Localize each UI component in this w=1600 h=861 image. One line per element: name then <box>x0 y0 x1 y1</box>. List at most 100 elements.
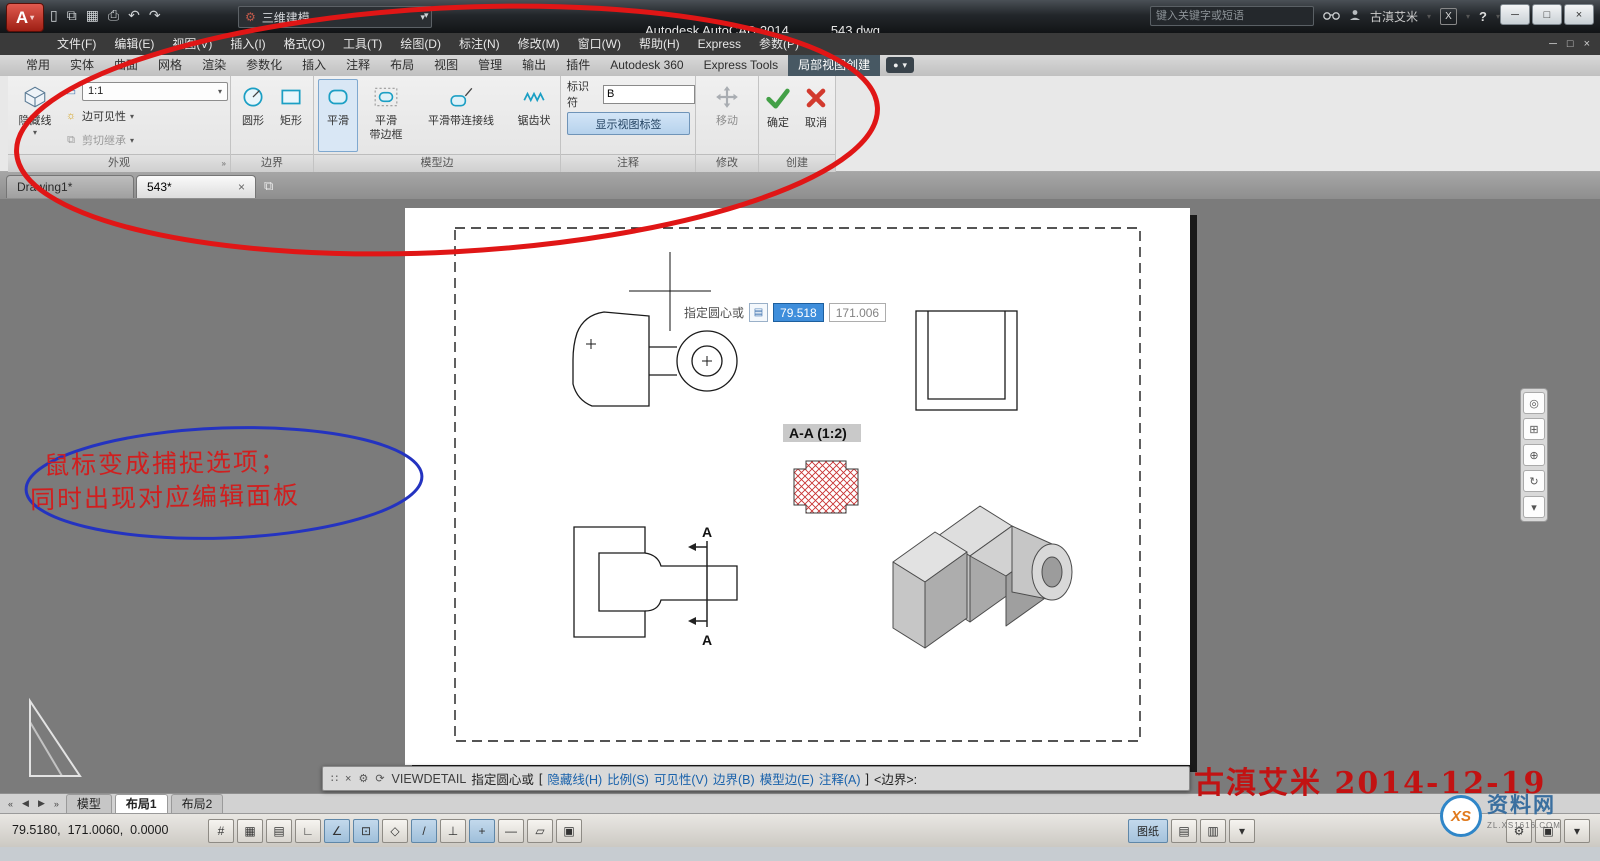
polar-toggle[interactable]: ∠ <box>324 819 350 843</box>
smooth-edge-button[interactable]: 平滑 <box>318 79 358 152</box>
chevron-down-icon[interactable]: ▾ <box>1427 13 1431 20</box>
smooth-with-leader-button[interactable]: 平滑带连接线 <box>414 79 508 152</box>
new-drawing-tab-icon[interactable]: ⧉ <box>264 178 273 194</box>
panel-label-appearance[interactable]: 外观 » <box>8 154 230 172</box>
scale-combo[interactable]: 1:1 ▾ <box>82 82 228 101</box>
layout-icon[interactable]: ▥ <box>1200 819 1226 843</box>
ribbon-tab[interactable]: 参数化 <box>236 55 292 76</box>
panel-label-modify[interactable]: 修改 <box>696 154 758 172</box>
ducs-toggle[interactable]: ⊥ <box>440 819 466 843</box>
coordinate-x-input[interactable]: 79.518 <box>773 303 824 322</box>
open-file-icon[interactable]: ⧉ <box>67 7 77 24</box>
ribbon-tab[interactable]: Express Tools <box>694 55 788 76</box>
orbit-icon[interactable]: ↻ <box>1523 470 1545 492</box>
panel-label-create[interactable]: 创建 <box>759 154 835 172</box>
redo-icon[interactable]: ↷ <box>149 7 161 24</box>
jagged-edge-button[interactable]: 锯齿状 <box>512 79 556 152</box>
qat-customize-button[interactable]: ▾ <box>424 10 429 21</box>
smooth-with-border-button[interactable]: 平滑 带边框 <box>362 79 410 152</box>
menu-item[interactable]: 参数(P) <box>750 33 808 55</box>
command-option[interactable]: 比例(S) <box>607 769 649 788</box>
plot-icon[interactable]: ⎙ <box>108 7 119 24</box>
menu-item[interactable]: 编辑(E) <box>105 33 163 55</box>
layout-paper[interactable] <box>405 208 1190 765</box>
osnap-3d-toggle[interactable]: ◇ <box>382 819 408 843</box>
circular-boundary-button[interactable]: 圆形 <box>235 79 271 152</box>
ribbon-tab[interactable]: 视图 <box>424 55 468 76</box>
ribbon-tab[interactable]: 常用 <box>16 55 60 76</box>
command-line[interactable]: ∷ × ⚙ ⟳ VIEWDETAIL 指定圆心或 [ 隐藏线(H) 比例(S) … <box>322 766 1190 791</box>
chevron-down-icon[interactable]: ▾ <box>1229 819 1255 843</box>
model-space-icon[interactable]: ▤ <box>1171 819 1197 843</box>
menu-item[interactable]: Express <box>689 33 750 55</box>
command-option[interactable]: 边界(B) <box>713 769 755 788</box>
tab-model[interactable]: 模型 <box>66 794 112 813</box>
cancel-button[interactable]: 取消 <box>799 79 833 152</box>
tray-menu-icon[interactable]: ▾ <box>1564 819 1590 843</box>
menu-item[interactable]: 标注(N) <box>450 33 509 55</box>
ribbon-tab[interactable]: 注释 <box>336 55 380 76</box>
zoom-icon[interactable]: ⊕ <box>1523 444 1545 466</box>
paper-space-button[interactable]: 图纸 <box>1128 819 1168 843</box>
ortho-toggle[interactable]: ∟ <box>295 819 321 843</box>
prev-layout-icon[interactable]: ◀ <box>18 798 33 809</box>
menu-item[interactable]: 文件(F) <box>48 33 105 55</box>
ribbon-tab[interactable]: 管理 <box>468 55 512 76</box>
first-layout-icon[interactable]: « <box>4 799 17 809</box>
close-icon[interactable]: × <box>345 773 351 785</box>
ribbon-tab-detail-view-creation[interactable]: 局部视图创建 <box>788 55 880 76</box>
drag-grip-icon[interactable]: ∷ <box>331 772 338 785</box>
undo-icon[interactable]: ↶ <box>128 7 140 24</box>
command-option[interactable]: 可见性(V) <box>654 769 708 788</box>
doc-close-icon[interactable]: × <box>1584 33 1590 55</box>
ribbon-display-toggle[interactable]: ● ▾ <box>886 57 914 73</box>
steering-wheel-icon[interactable]: ◎ <box>1523 392 1545 414</box>
customize-icon[interactable]: ⚙ <box>358 772 368 785</box>
ribbon-tab[interactable]: 渲染 <box>192 55 236 76</box>
ribbon-tab[interactable]: 布局 <box>380 55 424 76</box>
ribbon-tab[interactable]: 网格 <box>148 55 192 76</box>
panel-label-boundary[interactable]: 边界 <box>231 154 313 172</box>
transparency-toggle[interactable]: ▱ <box>527 819 553 843</box>
doc-restore-icon[interactable]: □ <box>1567 33 1574 55</box>
navbar-menu-icon[interactable]: ▾ <box>1523 496 1545 518</box>
menu-item[interactable]: 格式(O) <box>275 33 334 55</box>
maximize-button[interactable]: □ <box>1532 4 1562 25</box>
file-tab-543-active[interactable]: 543* × <box>136 175 256 198</box>
ribbon-tab[interactable]: 实体 <box>60 55 104 76</box>
infer-constraints-toggle[interactable]: # <box>208 819 234 843</box>
new-file-icon[interactable]: ▯ <box>50 7 58 24</box>
workspace-dropdown[interactable]: ⚙ 三维建模 ▾ <box>238 6 432 28</box>
save-icon[interactable]: ▦ <box>86 7 99 24</box>
exchange-apps-icon[interactable]: X <box>1440 8 1457 25</box>
hidden-lines-button[interactable]: 隐藏线 ▾ <box>12 79 58 152</box>
osnap-toggle[interactable]: ⊡ <box>353 819 379 843</box>
tab-layout1-active[interactable]: 布局1 <box>115 794 168 813</box>
next-layout-icon[interactable]: ▶ <box>34 798 49 809</box>
command-option[interactable]: 模型边(E) <box>760 769 814 788</box>
signed-in-user[interactable]: 古滇艾米 <box>1370 8 1418 25</box>
edge-visibility-button[interactable]: ☼ 边可见性 ▾ <box>64 106 134 126</box>
application-menu-button[interactable]: A ▾ <box>6 3 44 32</box>
tab-layout2[interactable]: 布局2 <box>171 794 224 813</box>
grid-toggle[interactable]: ▤ <box>266 819 292 843</box>
coordinate-y-input[interactable]: 171.006 <box>829 303 886 322</box>
ribbon-tab[interactable]: 插入 <box>292 55 336 76</box>
pan-icon[interactable]: ⊞ <box>1523 418 1545 440</box>
panel-label-model-edge[interactable]: 模型边 <box>314 154 560 172</box>
file-tab-drawing1[interactable]: Drawing1* <box>6 175 134 198</box>
snap-toggle[interactable]: ▦ <box>237 819 263 843</box>
ribbon-tab[interactable]: 插件 <box>556 55 600 76</box>
dynamic-input-toggle[interactable]: + <box>469 819 495 843</box>
menu-item[interactable]: 插入(I) <box>221 33 274 55</box>
panel-label-annotation[interactable]: 注释 <box>561 154 695 172</box>
menu-item[interactable]: 视图(V) <box>163 33 221 55</box>
menu-item[interactable]: 修改(M) <box>509 33 569 55</box>
ok-button[interactable]: 确定 <box>761 79 795 152</box>
panel-launcher-icon[interactable]: » <box>222 155 226 172</box>
binoculars-icon[interactable] <box>1323 9 1340 24</box>
identifier-input[interactable] <box>603 85 695 104</box>
ribbon-tab[interactable]: Autodesk 360 <box>600 55 693 76</box>
last-layout-icon[interactable]: » <box>50 799 63 809</box>
otrack-toggle[interactable]: / <box>411 819 437 843</box>
